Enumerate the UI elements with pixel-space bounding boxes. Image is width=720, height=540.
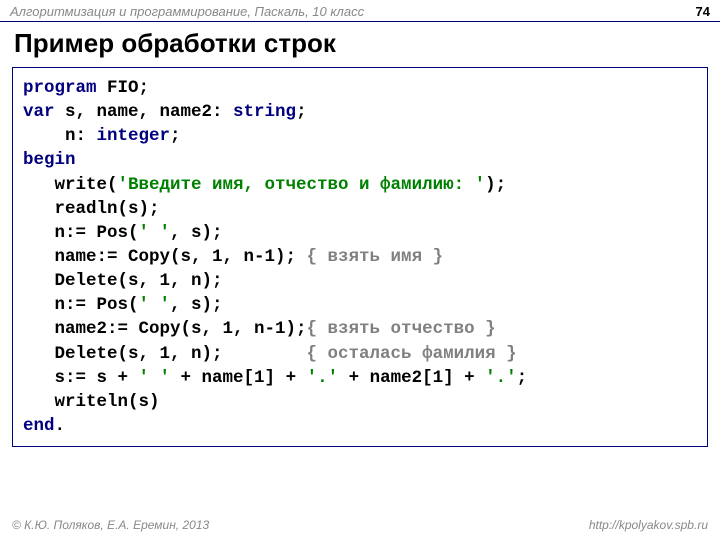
keyword-end: end — [23, 416, 55, 436]
code-text: , s); — [170, 295, 223, 315]
keyword-begin: begin — [23, 150, 76, 170]
string-literal: ' ' — [139, 295, 171, 315]
code-text: name:= Copy(s, 1, n-1); — [23, 247, 307, 267]
slide-header: Алгоритмизация и программирование, Паска… — [0, 0, 720, 22]
course-title: Алгоритмизация и программирование, Паска… — [10, 4, 364, 19]
code-text: Delete(s, 1, n); — [23, 344, 307, 364]
code-text: write( — [23, 175, 118, 195]
code-text: n:= Pos( — [23, 223, 139, 243]
code-text: ; — [170, 126, 181, 146]
string-literal: '.' — [307, 368, 339, 388]
copyright-text: © К.Ю. Поляков, Е.А. Еремин, 2013 — [12, 518, 209, 532]
code-text: , s); — [170, 223, 223, 243]
keyword-program: program — [23, 78, 97, 98]
code-text: ; — [296, 102, 307, 122]
code-text: n: — [23, 126, 97, 146]
code-text: readln(s); — [23, 199, 160, 219]
keyword-integer: integer — [97, 126, 171, 146]
code-text: ; — [517, 368, 528, 388]
slide-footer: © К.Ю. Поляков, Е.А. Еремин, 2013 http:/… — [0, 518, 720, 532]
code-text: . — [55, 416, 66, 436]
string-literal: ' ' — [139, 368, 171, 388]
code-text: + name2[1] + — [338, 368, 485, 388]
code-text: ); — [485, 175, 506, 195]
comment: { взять имя } — [307, 247, 444, 267]
code-text: s:= s + — [23, 368, 139, 388]
code-listing: program FIO; var s, name, name2: string;… — [12, 67, 708, 447]
code-text: Delete(s, 1, n); — [23, 271, 223, 291]
keyword-string: string — [233, 102, 296, 122]
code-text: s, name, name2: — [55, 102, 234, 122]
code-text: + name[1] + — [170, 368, 307, 388]
page-number: 74 — [696, 4, 710, 19]
code-text: n:= Pos( — [23, 295, 139, 315]
comment: { осталась фамилия } — [307, 344, 517, 364]
footer-url: http://kpolyakov.spb.ru — [589, 518, 708, 532]
code-text: FIO; — [97, 78, 150, 98]
keyword-var: var — [23, 102, 55, 122]
comment: { взять отчество } — [307, 319, 496, 339]
code-text: writeln(s) — [23, 392, 160, 412]
string-literal: 'Введите имя, отчество и фамилию: ' — [118, 175, 486, 195]
string-literal: ' ' — [139, 223, 171, 243]
slide-title: Пример обработки строк — [0, 22, 720, 67]
string-literal: '.' — [485, 368, 517, 388]
code-text: name2:= Copy(s, 1, n-1); — [23, 319, 307, 339]
